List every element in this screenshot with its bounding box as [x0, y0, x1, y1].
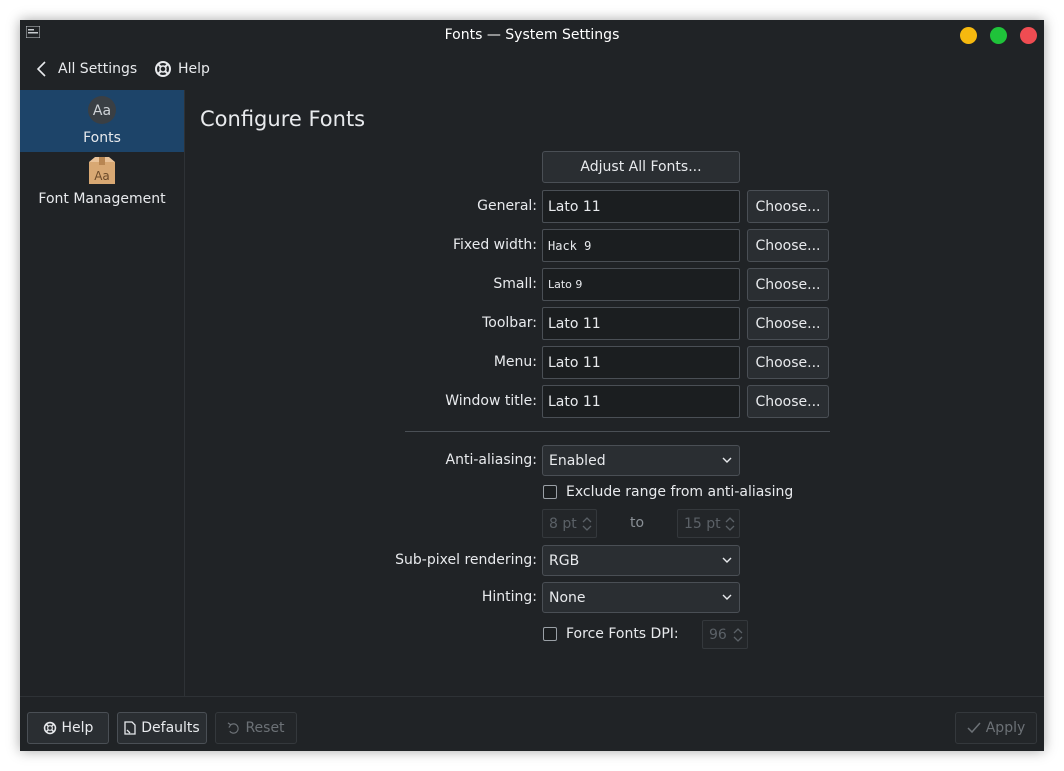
- font-package-glyph: Aa: [94, 169, 110, 183]
- help-button-label: Help: [61, 720, 94, 736]
- choose-fixed-width-button[interactable]: Choose...: [747, 229, 829, 262]
- help-button[interactable]: Help: [27, 712, 109, 744]
- menu-font-field[interactable]: Lato 11: [542, 346, 740, 379]
- all-settings-label: All Settings: [58, 61, 138, 77]
- chevron-down-icon: [722, 557, 732, 563]
- all-settings-button[interactable]: All Settings: [36, 60, 137, 78]
- choose-menu-button[interactable]: Choose...: [747, 346, 829, 379]
- window-title-label: Window title:: [445, 393, 537, 409]
- window-title-font-field[interactable]: Lato 11: [542, 385, 740, 418]
- anti-aliasing-select[interactable]: Enabled: [542, 445, 740, 476]
- exclude-range-checkbox[interactable]: [543, 485, 557, 499]
- choose-window-title-button[interactable]: Choose...: [747, 385, 829, 418]
- hinting-label: Hinting:: [481, 589, 537, 605]
- fixed-width-font-field[interactable]: Hack 9: [542, 229, 740, 262]
- window-title: Fonts — System Settings: [444, 27, 620, 43]
- chevron-down-icon: [722, 457, 732, 463]
- general-font-field[interactable]: Lato 11: [542, 190, 740, 223]
- chevron-left-icon: [36, 61, 46, 77]
- choose-general-button[interactable]: Choose...: [747, 190, 829, 223]
- apply-button-label: Apply: [985, 720, 1026, 736]
- subpixel-label: Sub-pixel rendering:: [395, 552, 537, 568]
- minimize-icon: [960, 27, 977, 44]
- small-label: Small:: [493, 276, 537, 292]
- range-from-value: 8 pt: [549, 515, 577, 532]
- choose-toolbar-button[interactable]: Choose...: [747, 307, 829, 340]
- spin-arrows-icon: [725, 517, 735, 531]
- chevron-down-icon: [722, 594, 732, 600]
- fonts-aa-icon: Aa: [88, 96, 116, 124]
- section-separator: [405, 431, 830, 432]
- system-settings-window: Fonts — System Settings All Settings Hel…: [20, 20, 1044, 751]
- maximize-icon: [990, 27, 1007, 44]
- range-from-spinbox[interactable]: 8 pt: [542, 509, 597, 538]
- exclude-range-label[interactable]: Exclude range from anti-aliasing: [566, 484, 793, 500]
- general-label: General:: [477, 198, 537, 214]
- toolbar-label: Toolbar:: [482, 315, 537, 331]
- range-to-spinbox[interactable]: 15 pt: [677, 509, 740, 538]
- force-dpi-spinbox[interactable]: 96: [702, 620, 748, 649]
- sidebar-item-fonts[interactable]: Aa Fonts: [20, 90, 184, 152]
- small-font-field[interactable]: Lato 9: [542, 268, 740, 301]
- sidebar: Aa Fonts Aa Font Management: [20, 90, 185, 696]
- menu-label: Menu:: [493, 354, 537, 370]
- hinting-select[interactable]: None: [542, 582, 740, 613]
- sidebar-item-font-management[interactable]: Aa Font Management: [20, 152, 184, 212]
- force-dpi-label[interactable]: Force Fonts DPI:: [566, 626, 679, 642]
- minimize-button[interactable]: [960, 27, 977, 44]
- apply-button[interactable]: Apply: [955, 712, 1037, 744]
- close-icon: [1020, 27, 1037, 44]
- sidebar-item-label: Font Management: [38, 191, 166, 207]
- page-title: Configure Fonts: [200, 107, 366, 131]
- maximize-button[interactable]: [990, 27, 1007, 44]
- anti-aliasing-value: Enabled: [549, 452, 606, 469]
- title-bar[interactable]: Fonts — System Settings: [20, 20, 1044, 52]
- fixed-width-label: Fixed width:: [452, 237, 537, 253]
- adjust-all-fonts-button[interactable]: Adjust All Fonts...: [542, 151, 740, 183]
- defaults-button-label: Defaults: [141, 720, 200, 736]
- help-lifebuoy-icon: [155, 61, 171, 77]
- sidebar-item-label: Fonts: [83, 130, 121, 146]
- subpixel-select[interactable]: RGB: [542, 545, 740, 576]
- help-toolbar-button[interactable]: Help: [154, 60, 210, 78]
- subpixel-value: RGB: [549, 552, 580, 569]
- close-button[interactable]: [1020, 27, 1037, 44]
- undo-icon: [228, 721, 240, 734]
- fonts-icon-glyph: Aa: [93, 103, 111, 119]
- dialog-button-bar: Help Defaults Reset Apply: [20, 696, 1044, 751]
- spin-arrows-icon: [733, 628, 743, 642]
- range-to-value: 15 pt: [684, 515, 721, 532]
- spin-arrows-icon: [582, 517, 592, 531]
- anti-aliasing-label: Anti-aliasing:: [445, 452, 537, 468]
- reset-button[interactable]: Reset: [215, 712, 297, 744]
- hinting-value: None: [549, 589, 586, 606]
- choose-small-button[interactable]: Choose...: [747, 268, 829, 301]
- force-dpi-value: 96: [709, 626, 727, 643]
- font-package-icon: Aa: [89, 157, 115, 184]
- main-content: Configure Fonts Adjust All Fonts... Gene…: [185, 90, 1044, 696]
- toolbar-font-field[interactable]: Lato 11: [542, 307, 740, 340]
- reset-button-label: Reset: [245, 720, 285, 736]
- range-to-label: to: [630, 515, 645, 531]
- help-lifebuoy-icon: [43, 721, 56, 735]
- help-toolbar-label: Help: [178, 61, 210, 77]
- checkmark-icon: [967, 722, 981, 734]
- force-dpi-checkbox[interactable]: [543, 627, 557, 641]
- defaults-button[interactable]: Defaults: [117, 712, 207, 744]
- toolbar: All Settings Help: [20, 52, 1044, 90]
- document-defaults-icon: [124, 721, 136, 735]
